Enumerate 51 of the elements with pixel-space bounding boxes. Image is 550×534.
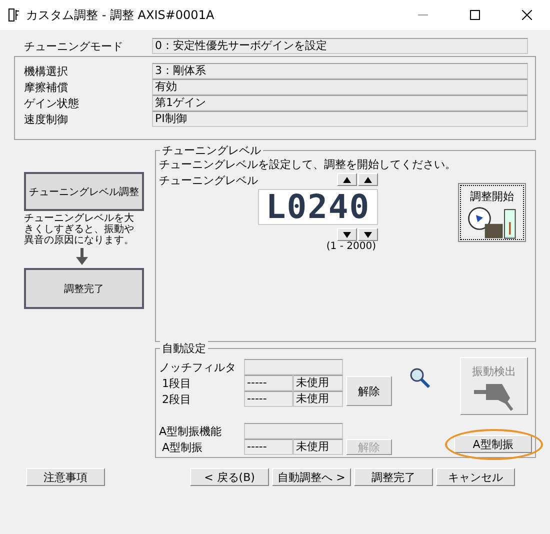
down-triangle-icon (343, 232, 351, 238)
dialog-button[interactable]: 調整完了 (354, 468, 433, 486)
field-label: 速度制御 (24, 112, 69, 126)
status-field: 未使用 (293, 391, 343, 407)
dialog-button[interactable]: キャンセル (436, 468, 515, 486)
warning-note: チューニングレベルを大きくしすぎると、振動や異音の原因になります。 (24, 212, 135, 246)
up-triangle-icon (364, 176, 372, 182)
field-label: A型制振機能 (159, 424, 223, 438)
decrement-button[interactable] (358, 228, 378, 241)
decrement-button[interactable] (337, 228, 357, 241)
field-label: 機構選択 (24, 64, 69, 78)
range-text: (1 - 2000) (326, 241, 376, 252)
field-label: チューニングモード (24, 38, 124, 54)
plug-icon (472, 382, 516, 412)
field-label: 摩擦補償 (24, 80, 69, 94)
window-title: カスタム調整 - 調整 AXIS#0001A (26, 6, 216, 24)
increment-button[interactable] (358, 173, 378, 186)
up-triangle-icon (343, 176, 351, 182)
app-icon (8, 8, 20, 22)
field-label: チューニングレベル (159, 173, 258, 189)
field-label: 2段目 (161, 392, 192, 406)
value-field: ----- (244, 439, 293, 455)
value-field: 第1ゲイン (152, 95, 528, 111)
instruction-text: チューニングレベルを設定して、調整を開始してください。 (159, 157, 457, 173)
value-field: 3：剛体系 (152, 63, 528, 79)
value-field: PI制御 (152, 111, 528, 127)
field-label: A型制振 (161, 440, 204, 454)
field-label: ノッチフィルタ (159, 360, 237, 374)
value-field: ----- (244, 391, 293, 407)
value-field: ----- (244, 375, 293, 391)
dialog-button[interactable]: 自動調整へ > (272, 468, 351, 486)
notes-button[interactable]: 注意事項 (26, 468, 105, 486)
level-display: L0240 (258, 189, 378, 225)
value-field: 0：安定性優先サーボゲインを設定 (152, 38, 528, 54)
flow-step: チューニングレベル調整 (24, 172, 144, 211)
value-field: 有効 (152, 79, 528, 95)
status-field: 未使用 (293, 439, 343, 455)
a-type-damping-button[interactable]: A型制振 (454, 435, 532, 453)
down-arrow-icon (76, 248, 88, 266)
release-button[interactable]: 解除 (346, 376, 392, 406)
group-title: チューニングレベル (160, 143, 263, 158)
flow-step: 調整完了 (24, 268, 144, 309)
start-tuning-button[interactable]: 調整開始 (458, 183, 526, 242)
field-label: ゲイン状態 (24, 96, 80, 110)
group-title: 自動設定 (160, 341, 208, 356)
magnifier-icon (409, 367, 431, 389)
status-field: 未使用 (293, 375, 343, 391)
field-label: 1段目 (161, 376, 192, 390)
increment-button[interactable] (337, 173, 357, 186)
down-triangle-icon (364, 232, 372, 238)
dialog-button[interactable]: < 戻る(B) (190, 468, 269, 486)
